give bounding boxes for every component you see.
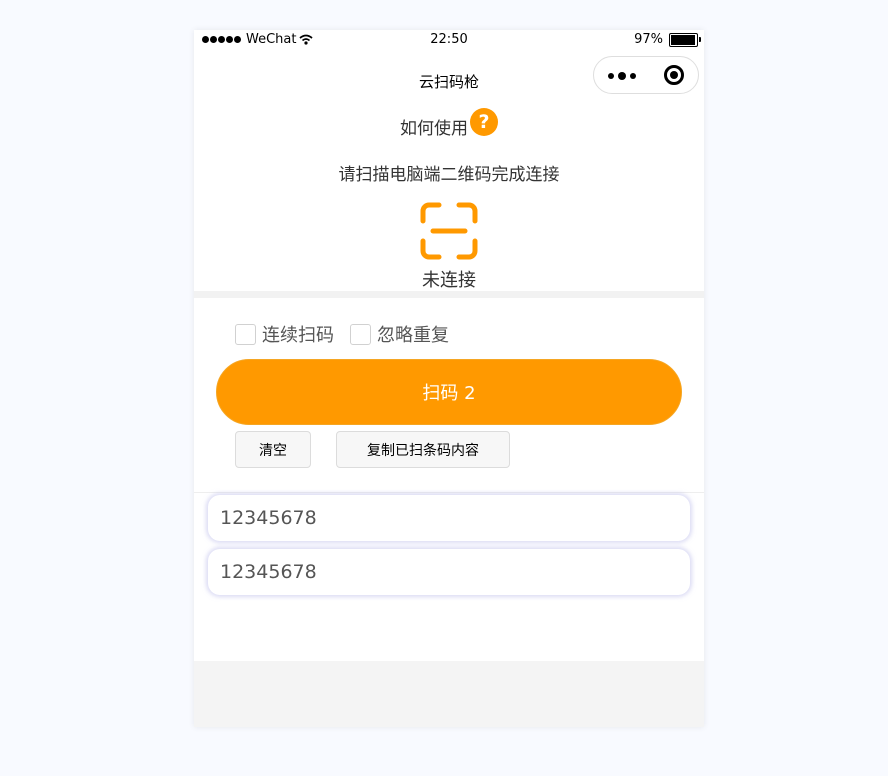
continuous-scan-label: 连续扫码 xyxy=(262,325,334,346)
continuous-scan-checkbox[interactable] xyxy=(235,323,256,345)
scan-frame-icon[interactable] xyxy=(419,201,479,261)
battery-info: 97% xyxy=(634,32,701,47)
nav-bar: 云扫码枪 xyxy=(194,52,704,107)
question-mark-icon[interactable]: ? xyxy=(470,107,498,136)
scan-button[interactable]: 扫码 2 xyxy=(216,359,682,425)
connect-instruction: 请扫描电脑端二维码完成连接 xyxy=(338,165,560,185)
footer-area xyxy=(194,661,704,727)
status-time: 22:50 xyxy=(430,32,468,47)
target-close-icon[interactable] xyxy=(664,65,684,85)
list-item[interactable]: 12345678 xyxy=(208,495,690,541)
battery-percent: 97% xyxy=(634,32,663,47)
connection-status: 未连接 xyxy=(422,270,476,291)
section-divider xyxy=(194,291,704,298)
scan-options: 连续扫码 忽略重复 xyxy=(235,321,465,347)
mini-program-capsule xyxy=(593,56,699,94)
battery-icon xyxy=(669,32,701,47)
ignore-duplicates-label: 忽略重复 xyxy=(377,325,449,346)
phone-screen: WeChat 22:50 97% 云扫码枪 如何使用 ? 请扫描电脑端二维码完成… xyxy=(194,30,704,727)
ignore-duplicates-option[interactable]: 忽略重复 xyxy=(350,321,449,347)
continuous-scan-option[interactable]: 连续扫码 xyxy=(235,321,334,347)
how-to-use-link[interactable]: 如何使用 ? xyxy=(194,107,704,139)
list-divider xyxy=(194,492,704,493)
clear-button[interactable]: 清空 xyxy=(235,431,311,468)
status-bar: WeChat 22:50 97% xyxy=(194,30,704,52)
copy-results-button[interactable]: 复制已扫条码内容 xyxy=(336,431,510,468)
more-dots-icon[interactable] xyxy=(608,72,636,80)
ignore-duplicates-checkbox[interactable] xyxy=(350,323,371,345)
how-to-use-label: 如何使用 xyxy=(400,119,468,139)
list-item[interactable]: 12345678 xyxy=(208,549,690,595)
